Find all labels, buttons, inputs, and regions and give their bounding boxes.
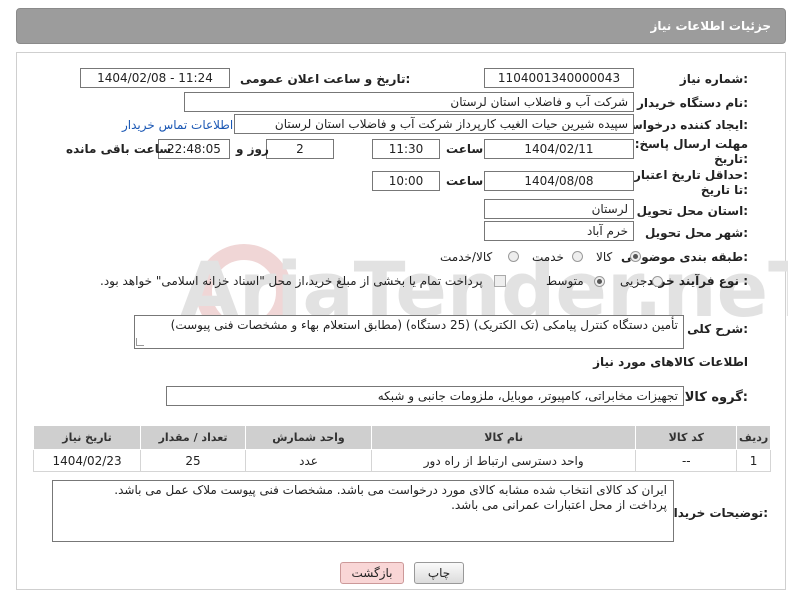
deadline-time-field[interactable]: 11:30 [372, 139, 440, 159]
need-number-label: شماره نیاز: [679, 72, 748, 86]
price-validity-time-label: ساعت [446, 174, 484, 188]
cell-row: 1 [736, 449, 771, 472]
cell-unit: عدد [245, 449, 372, 472]
category-option-service: خدمت [532, 250, 564, 264]
print-button[interactable]: چاپ [414, 562, 464, 584]
buyer-org-label: نام دستگاه خریدار: [637, 96, 748, 110]
announce-date-field[interactable]: 1404/02/08 - 11:24 [80, 68, 230, 88]
treasury-payment-note: پرداخت تمام یا بخشی از مبلغ خرید،از محل … [100, 274, 483, 288]
category-radio-both[interactable] [508, 251, 519, 262]
remaining-time-label: ساعت باقی مانده [66, 142, 172, 156]
creator-label: ایجاد کننده درخواست: [618, 118, 748, 132]
buyer-notes-textarea[interactable]: ایران کد کالای انتخاب شده مشابه کالای مو… [52, 480, 674, 542]
category-radio-goods[interactable] [630, 251, 641, 262]
delivery-city-label: شهر محل تحویل: [644, 226, 748, 240]
price-validity-label-2: تا تاریخ: [700, 183, 748, 197]
process-radio-minor[interactable] [652, 276, 663, 287]
description-text: تأمین دستگاه کنترل پیامکی (تک الکتریک) (… [170, 318, 678, 332]
category-option-both: کالا/خدمت [440, 250, 493, 264]
description-textarea[interactable]: تأمین دستگاه کنترل پیامکی (تک الکتریک) (… [134, 315, 684, 349]
buyer-org-field[interactable]: شرکت آب و فاضلاب استان لرستان [184, 92, 634, 112]
col-need-date: تاریخ نیاز [32, 425, 142, 450]
deadline-label: مهلت ارسال پاسخ: تا [621, 137, 749, 151]
process-option-minor: جزیی [620, 274, 648, 288]
need-number-field[interactable]: 1104001340000043 [484, 68, 634, 88]
textarea-resize-handle[interactable] [136, 338, 144, 346]
days-field[interactable]: 2 [266, 139, 334, 159]
delivery-city-field[interactable]: خرم آباد [484, 221, 634, 241]
price-validity-date-field[interactable]: 1404/08/08 [484, 171, 634, 191]
buyer-notes-label: توضیحات خریدار: [666, 506, 768, 520]
cell-code: -- [635, 449, 738, 472]
col-quantity: تعداد / مقدار [140, 425, 247, 450]
col-code: کد کالا [635, 425, 738, 450]
treasury-payment-checkbox[interactable] [494, 275, 506, 287]
deadline-time-label: ساعت [446, 142, 484, 156]
table-header-row: ردیف کد کالا نام کالا واحد شمارش تعداد /… [32, 425, 771, 450]
creator-field[interactable]: سپیده شیرین حیات الغیب کارپرداز شرکت آب … [234, 114, 634, 134]
page-header: جزئیات اطلاعات نیاز [16, 8, 786, 44]
cell-need-date: 1404/02/23 [32, 449, 142, 472]
price-validity-time-field[interactable]: 10:00 [372, 171, 440, 191]
delivery-province-field[interactable]: لرستان [484, 199, 634, 219]
page-title: جزئیات اطلاعات نیاز [650, 19, 771, 33]
days-label: روز و [236, 142, 269, 156]
deadline-label-2: تاریخ: [714, 152, 748, 166]
process-radio-medium[interactable] [594, 276, 605, 287]
goods-group-label: گروه کالا: [684, 390, 748, 405]
cell-name: واحد دسترسی ارتباط از راه دور [370, 449, 637, 472]
buyer-contact-link[interactable]: اطلاعات تماس خریدار [122, 118, 233, 132]
category-radio-service[interactable] [572, 251, 583, 262]
deadline-date-field[interactable]: 1404/02/11 [484, 139, 634, 159]
goods-group-field[interactable]: تجهیزات مخابراتی، کامپیوتر، موبایل، ملزو… [166, 386, 684, 406]
col-unit: واحد شمارش [245, 425, 372, 450]
back-button[interactable]: بازگشت [340, 562, 404, 584]
category-option-goods: کالا [596, 250, 613, 264]
cell-quantity: 25 [140, 449, 247, 472]
col-row: ردیف [736, 425, 771, 450]
buyer-notes-line-1: ایران کد کالای انتخاب شده مشابه کالای مو… [114, 483, 667, 497]
delivery-province-label: استان محل تحویل: [636, 204, 748, 218]
col-name: نام کالا [370, 425, 637, 450]
buyer-notes-line-2: پرداخت از محل اعتبارات عمرانی می باشد. [451, 498, 667, 512]
process-option-medium: متوسط [546, 274, 584, 288]
announce-date-label: تاریخ و ساعت اعلان عمومی: [240, 72, 411, 86]
table-row[interactable]: 1 -- واحد دسترسی ارتباط از راه دور عدد 2… [32, 449, 771, 472]
items-table: ردیف کد کالا نام کالا واحد شمارش تعداد /… [32, 425, 771, 472]
goods-section-title: اطلاعات کالاهای مورد نیاز [593, 355, 748, 369]
